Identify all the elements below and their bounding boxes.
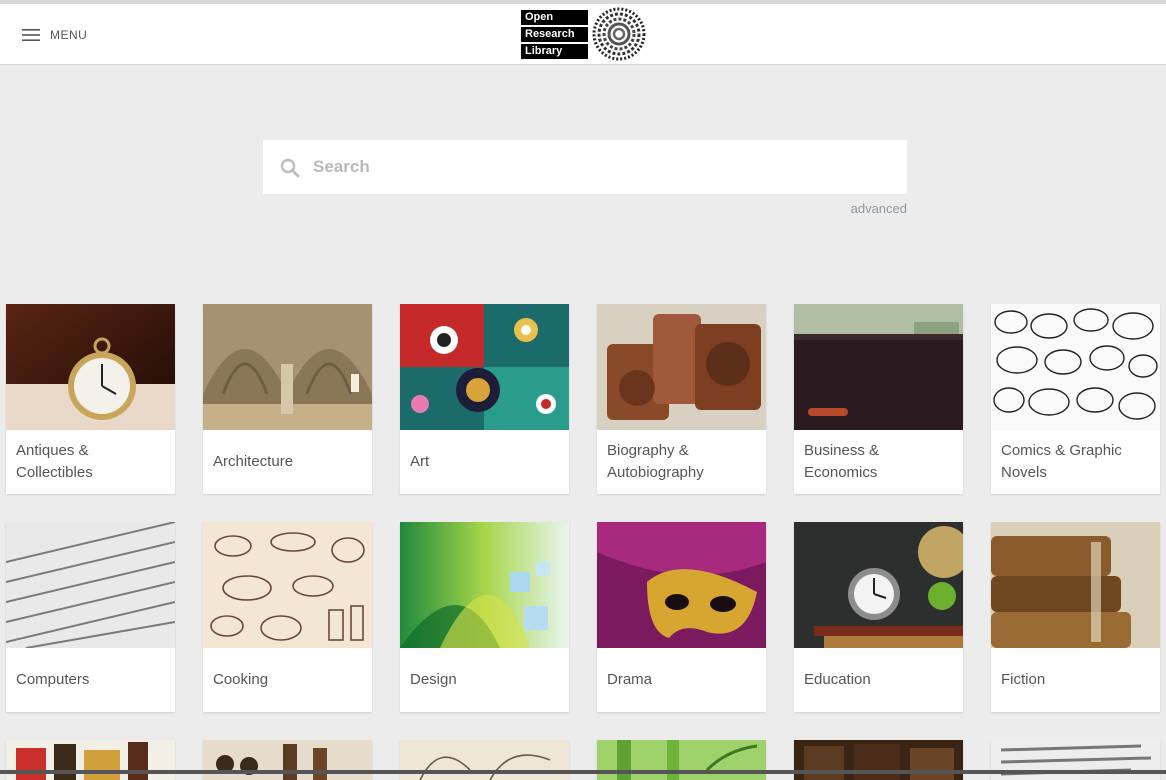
hamburger-icon — [22, 29, 40, 41]
newspaper-text-photo — [991, 740, 1160, 780]
logo-wordmark: Open Research Library — [521, 9, 588, 59]
spiral-logo-icon — [592, 7, 646, 61]
kitchen-sketch-pattern — [203, 522, 372, 648]
category-card-computers[interactable]: Computers — [6, 522, 175, 712]
category-label: Fiction — [1001, 671, 1046, 688]
category-label: Antiques & Collectibles — [16, 442, 93, 481]
category-card-architecture[interactable]: Architecture — [203, 304, 372, 494]
old-book-spines-photo — [794, 740, 963, 780]
category-card-art[interactable]: Art — [400, 304, 569, 494]
wood-type-letters-photo — [597, 304, 766, 430]
category-card-partial[interactable] — [991, 740, 1160, 780]
category-card-business[interactable]: Business & Economics — [794, 304, 963, 494]
menu-button[interactable]: MENU — [22, 22, 87, 48]
green-waves-graphic — [400, 522, 569, 648]
logo-word-library: Library — [521, 43, 588, 59]
category-card-cooking[interactable]: Cooking — [203, 522, 372, 712]
html-code-photo — [6, 522, 175, 648]
bamboo-photo — [597, 740, 766, 780]
category-label: Cooking — [213, 671, 269, 688]
category-card-comics[interactable]: Comics & Graphic Novels — [991, 304, 1160, 494]
category-card-antiques[interactable]: Antiques & Collectibles — [6, 304, 175, 494]
category-label: Education — [804, 671, 871, 688]
menu-label: MENU — [50, 28, 88, 42]
search-input[interactable] — [311, 140, 891, 194]
logo-word-research: Research — [521, 26, 588, 42]
category-card-partial[interactable] — [400, 740, 569, 780]
category-card-education[interactable]: Education — [794, 522, 963, 712]
category-card-partial[interactable] — [597, 740, 766, 780]
category-label: Design — [410, 671, 457, 688]
speech-bubbles-drawing — [991, 304, 1160, 430]
botanical-sketch — [400, 740, 569, 780]
golden-mask-photo — [597, 522, 766, 648]
category-label: Drama — [607, 671, 653, 688]
site-header: MENU Open Research Library — [0, 4, 1166, 65]
category-label: Architecture — [213, 453, 294, 470]
category-card-design[interactable]: Design — [400, 522, 569, 712]
alarm-clock-books-photo — [794, 522, 963, 648]
wallet-and-money-photo — [794, 304, 963, 430]
category-label: Art — [410, 453, 430, 470]
colorful-swirls-art — [400, 304, 569, 430]
category-label: Biography & Autobiography — [607, 442, 704, 481]
category-card-partial[interactable] — [203, 740, 372, 780]
category-label: Comics & Graphic Novels — [1001, 442, 1122, 481]
logo-word-open: Open — [521, 9, 588, 25]
vaulted-hall-photo — [203, 304, 372, 430]
site-logo[interactable]: Open Research Library — [521, 4, 646, 64]
category-label: Business & Economics — [804, 442, 880, 481]
search-icon — [280, 158, 300, 178]
category-card-partial[interactable] — [794, 740, 963, 780]
category-card-partial[interactable] — [6, 740, 175, 780]
category-card-biography[interactable]: Biography & Autobiography — [597, 304, 766, 494]
word-cloud-photo — [6, 740, 175, 780]
advanced-search-link[interactable]: advanced — [851, 201, 907, 216]
old-books-photo — [991, 522, 1160, 648]
search-box — [263, 140, 907, 194]
chess-pieces-photo — [203, 740, 372, 780]
category-card-drama[interactable]: Drama — [597, 522, 766, 712]
pocket-watch-photo — [6, 304, 175, 430]
bottom-scrollbar — [0, 770, 1166, 774]
category-grid-row-3 — [6, 740, 1160, 780]
category-label: Computers — [16, 671, 90, 688]
category-grid: Antiques & Collectibles Architecture Art — [6, 304, 1160, 712]
category-card-fiction[interactable]: Fiction — [991, 522, 1160, 712]
